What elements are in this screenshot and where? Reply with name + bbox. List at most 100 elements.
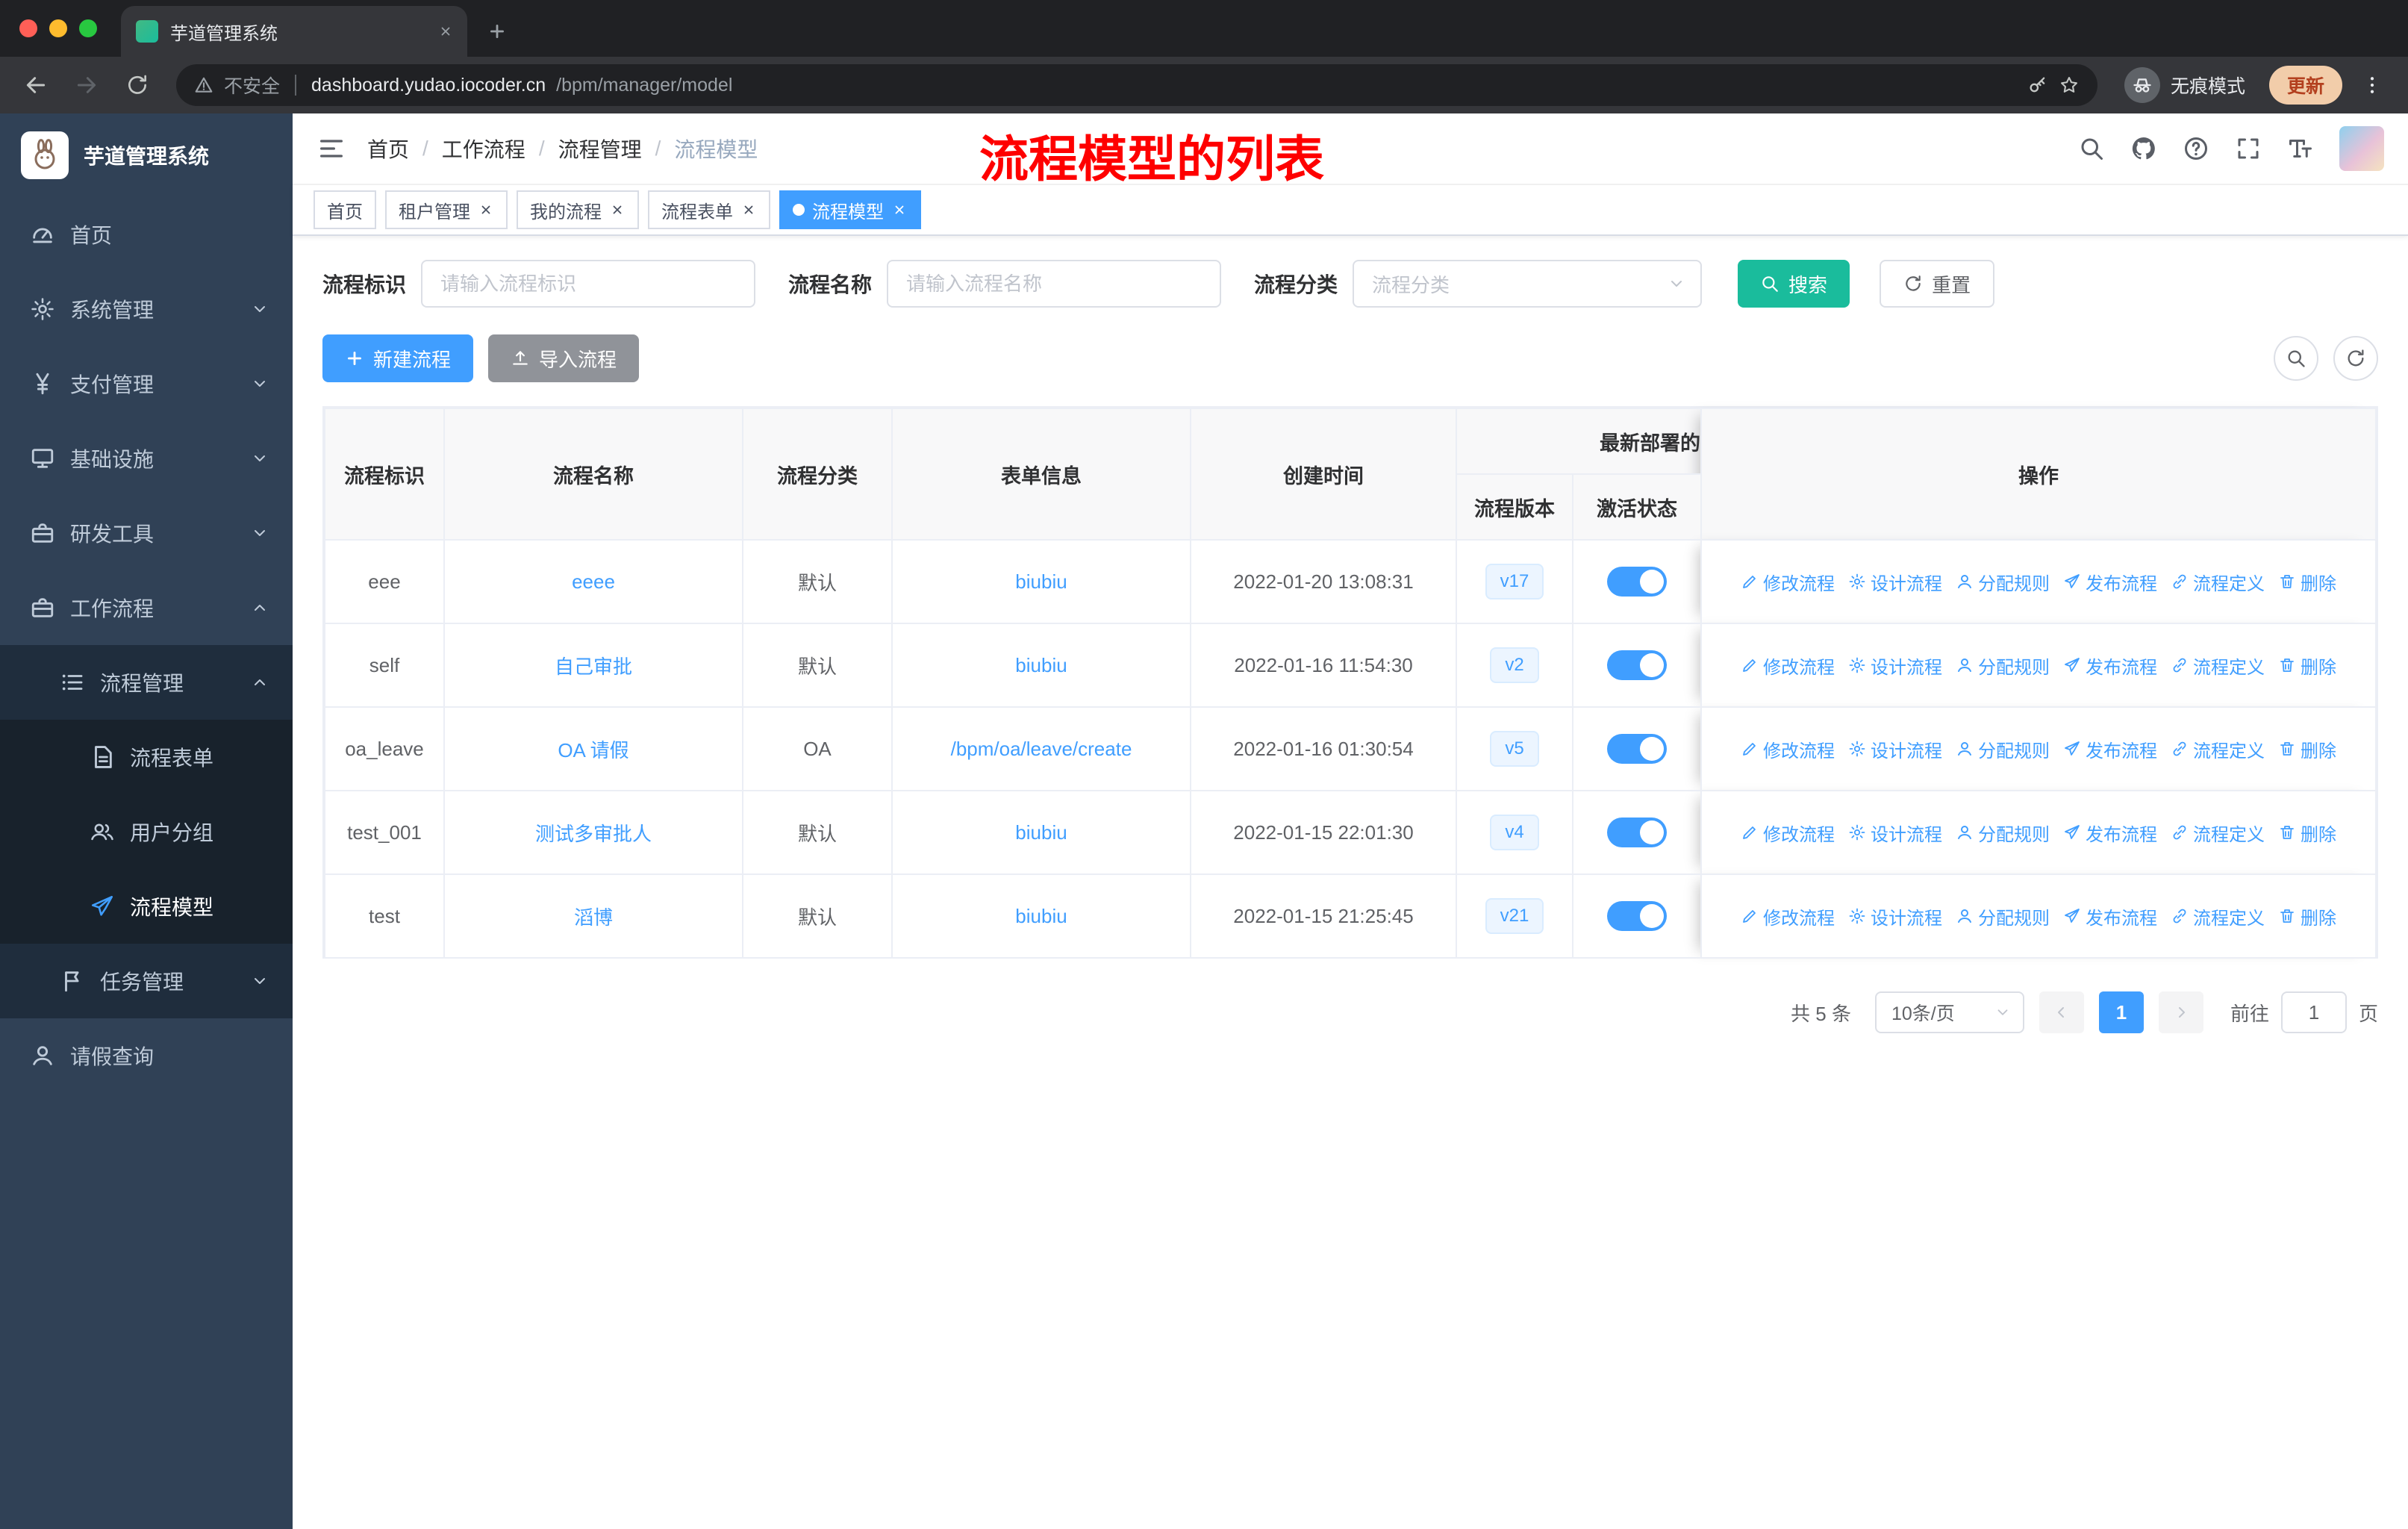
sidebar-item-process-management[interactable]: 流程管理 — [0, 645, 293, 720]
font-size-icon[interactable] — [2287, 135, 2314, 162]
action-delete[interactable]: 删除 — [2278, 736, 2336, 762]
version-badge[interactable]: v5 — [1490, 731, 1539, 767]
browser-tab[interactable]: 芋道管理系统 — [121, 6, 467, 57]
action-publish-process[interactable]: 发布流程 — [2063, 569, 2157, 595]
action-process-definition[interactable]: 流程定义 — [2171, 569, 2265, 595]
browser-update-button[interactable]: 更新 — [2268, 66, 2342, 105]
goto-page-input[interactable] — [2280, 991, 2347, 1033]
search-icon[interactable] — [2078, 135, 2105, 162]
breadcrumb-process-management[interactable]: 流程管理 — [558, 134, 642, 164]
github-icon[interactable] — [2130, 135, 2157, 162]
tag-tenant[interactable]: 租户管理 — [385, 190, 508, 229]
close-icon[interactable] — [891, 202, 908, 218]
action-assign-rule[interactable]: 分配规则 — [1956, 569, 2050, 595]
active-status-toggle[interactable] — [1607, 650, 1667, 680]
form-info-link[interactable]: biubiu — [1015, 821, 1067, 844]
action-design-process[interactable]: 设计流程 — [1848, 736, 1942, 762]
sidebar-item-process-model[interactable]: 流程模型 — [0, 869, 293, 944]
reset-button[interactable]: 重置 — [1880, 260, 1995, 308]
address-bar[interactable]: 不安全 dashboard.yudao.iocoder.cn /bpm/mana… — [176, 64, 2097, 106]
form-info-link[interactable]: biubiu — [1015, 905, 1067, 927]
refresh-table-button[interactable] — [2333, 336, 2378, 381]
action-publish-process[interactable]: 发布流程 — [2063, 653, 2157, 679]
create-process-button[interactable]: 新建流程 — [322, 334, 474, 382]
breadcrumb-home[interactable]: 首页 — [367, 134, 409, 164]
sidebar-item-process-form[interactable]: 流程表单 — [0, 720, 293, 794]
toggle-search-button[interactable] — [2274, 336, 2318, 381]
action-process-definition[interactable]: 流程定义 — [2171, 903, 2265, 929]
process-name-link[interactable]: 自己审批 — [555, 655, 632, 678]
close-window-button[interactable] — [19, 19, 37, 37]
page-number-1[interactable]: 1 — [2098, 991, 2144, 1033]
sidebar-item-home[interactable]: 首页 — [0, 197, 293, 272]
bookmark-star-icon[interactable] — [2059, 75, 2080, 96]
sidebar-item-devtools[interactable]: 研发工具 — [0, 496, 293, 570]
action-edit-process[interactable]: 修改流程 — [1741, 736, 1835, 762]
action-assign-rule[interactable]: 分配规则 — [1956, 903, 2050, 929]
version-badge[interactable]: v21 — [1485, 898, 1544, 934]
tag-home[interactable]: 首页 — [314, 190, 376, 229]
process-name-link[interactable]: 滔博 — [574, 906, 613, 929]
reload-icon[interactable] — [116, 64, 158, 106]
close-icon[interactable] — [740, 202, 757, 218]
process-name-link[interactable]: OA 请假 — [558, 739, 628, 762]
action-design-process[interactable]: 设计流程 — [1848, 569, 1942, 595]
sidebar-item-workflow[interactable]: 工作流程 — [0, 570, 293, 645]
process-key-input[interactable] — [421, 260, 756, 308]
form-info-link[interactable]: biubiu — [1015, 654, 1067, 676]
action-assign-rule[interactable]: 分配规则 — [1956, 653, 2050, 679]
sidebar-item-leave-query[interactable]: 请假查询 — [0, 1018, 293, 1093]
tag-process-form[interactable]: 流程表单 — [648, 190, 770, 229]
sidebar-item-task-management[interactable]: 任务管理 — [0, 944, 293, 1018]
zoom-window-button[interactable] — [79, 19, 97, 37]
app-logo[interactable]: 芋道管理系统 — [0, 113, 293, 197]
form-info-link[interactable]: /bpm/oa/leave/create — [951, 738, 1132, 760]
action-publish-process[interactable]: 发布流程 — [2063, 736, 2157, 762]
category-select[interactable]: 流程分类 — [1353, 260, 1703, 308]
form-info-link[interactable]: biubiu — [1015, 570, 1067, 593]
action-publish-process[interactable]: 发布流程 — [2063, 820, 2157, 846]
action-process-definition[interactable]: 流程定义 — [2171, 736, 2265, 762]
prev-page-button[interactable] — [2039, 991, 2084, 1033]
forward-icon[interactable] — [66, 64, 107, 106]
action-process-definition[interactable]: 流程定义 — [2171, 820, 2265, 846]
sidebar-item-infra[interactable]: 基础设施 — [0, 421, 293, 496]
active-status-toggle[interactable] — [1607, 567, 1667, 597]
action-edit-process[interactable]: 修改流程 — [1741, 903, 1835, 929]
version-badge[interactable]: v4 — [1490, 815, 1539, 850]
back-icon[interactable] — [15, 64, 57, 106]
minimize-window-button[interactable] — [49, 19, 67, 37]
browser-menu-icon[interactable] — [2351, 64, 2393, 106]
next-page-button[interactable] — [2158, 991, 2203, 1033]
version-badge[interactable]: v2 — [1490, 647, 1539, 683]
new-tab-button[interactable] — [476, 10, 518, 52]
tag-my-process[interactable]: 我的流程 — [517, 190, 639, 229]
user-avatar[interactable] — [2339, 126, 2384, 171]
search-button[interactable]: 搜索 — [1738, 260, 1850, 308]
breadcrumb-workflow[interactable]: 工作流程 — [442, 134, 525, 164]
process-name-link[interactable]: eeee — [572, 570, 615, 593]
close-icon[interactable] — [609, 202, 626, 218]
active-status-toggle[interactable] — [1607, 734, 1667, 764]
process-name-input[interactable] — [887, 260, 1222, 308]
sidebar-item-payment[interactable]: 支付管理 — [0, 346, 293, 421]
help-icon[interactable] — [2183, 135, 2209, 162]
active-status-toggle[interactable] — [1607, 818, 1667, 847]
action-process-definition[interactable]: 流程定义 — [2171, 653, 2265, 679]
sidebar-item-system[interactable]: 系统管理 — [0, 272, 293, 346]
import-process-button[interactable]: 导入流程 — [488, 334, 640, 382]
active-status-toggle[interactable] — [1607, 901, 1667, 931]
security-warning-icon[interactable] — [194, 75, 213, 95]
sidebar-item-user-group[interactable]: 用户分组 — [0, 794, 293, 869]
tab-close-icon[interactable] — [439, 25, 452, 38]
tag-process-model[interactable]: 流程模型 — [779, 190, 921, 229]
action-edit-process[interactable]: 修改流程 — [1741, 653, 1835, 679]
action-assign-rule[interactable]: 分配规则 — [1956, 736, 2050, 762]
process-name-link[interactable]: 测试多审批人 — [535, 823, 652, 845]
action-delete[interactable]: 删除 — [2278, 653, 2336, 679]
fullscreen-icon[interactable] — [2235, 135, 2262, 162]
action-delete[interactable]: 删除 — [2278, 820, 2336, 846]
action-design-process[interactable]: 设计流程 — [1848, 653, 1942, 679]
action-edit-process[interactable]: 修改流程 — [1741, 820, 1835, 846]
close-icon[interactable] — [478, 202, 494, 218]
